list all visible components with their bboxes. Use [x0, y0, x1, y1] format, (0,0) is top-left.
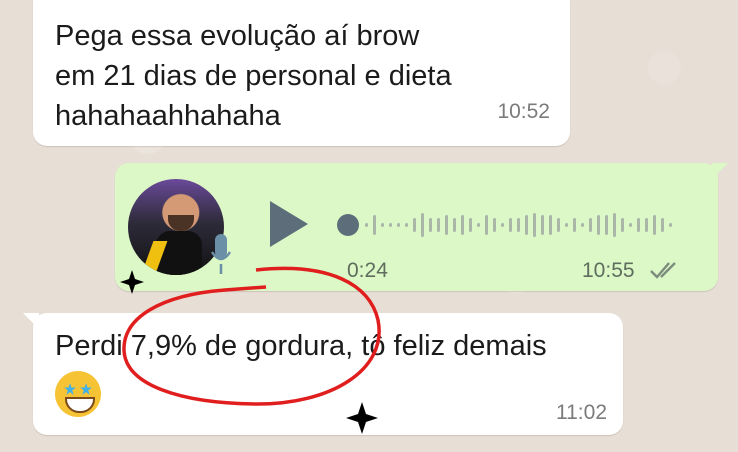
- waveform-bar: [597, 215, 600, 235]
- waveform-bar: [453, 218, 456, 232]
- message-bubble-incoming-2[interactable]: Perdi 7,9% de gordura, tô feliz demais 1…: [23, 313, 623, 435]
- waveform-bar: [525, 215, 528, 235]
- double-check-icon: [650, 262, 676, 279]
- waveform-bar: [533, 213, 536, 237]
- waveform-bar: [413, 218, 416, 232]
- waveform-bar: [365, 223, 368, 227]
- play-icon[interactable]: [270, 201, 308, 247]
- microphone-icon: [210, 234, 232, 274]
- waveform-bar: [461, 215, 464, 235]
- waveform-bar: [581, 223, 584, 227]
- waveform-bar: [381, 223, 384, 227]
- waveform-bar: [509, 218, 512, 232]
- waveform-bar: [557, 218, 560, 232]
- waveform-bar: [613, 213, 616, 237]
- star-eye-left: [64, 383, 76, 395]
- bubble-tail: [23, 313, 39, 329]
- star-eye-right: [80, 383, 92, 395]
- waveform-bar: [669, 223, 672, 227]
- avatar-beard: [168, 215, 194, 231]
- message-bubble-incoming-1[interactable]: Pega essa evolução aí brow em 21 dias de…: [33, 0, 570, 146]
- waveform-bar: [397, 223, 400, 227]
- audio-waveform[interactable]: [365, 210, 672, 240]
- waveform-bar: [405, 223, 408, 227]
- star-struck-emoji-icon: [55, 371, 101, 417]
- emoji-mouth: [65, 397, 95, 413]
- voice-message-bubble[interactable]: 0:24 10:55: [115, 163, 728, 291]
- waveform-bar: [429, 218, 432, 232]
- message-line-3: hahahaahhahaha: [55, 100, 281, 132]
- waveform-bar: [477, 223, 480, 227]
- waveform-bar: [621, 218, 624, 232]
- message-line-2: em 21 dias de personal e dieta: [55, 60, 452, 92]
- waveform-bar: [661, 218, 664, 232]
- waveform-bar: [605, 215, 608, 235]
- waveform-bar: [445, 215, 448, 235]
- message-line-1: Pega essa evolução aí brow: [55, 20, 420, 52]
- message-text: Perdi 7,9% de gordura, tô feliz demais: [55, 330, 547, 362]
- message-timestamp: 10:52: [497, 100, 550, 123]
- waveform-bar: [629, 223, 632, 227]
- waveform-bar: [501, 223, 504, 227]
- audio-scrubber-handle[interactable]: [337, 214, 359, 236]
- waveform-bar: [573, 218, 576, 232]
- waveform-bar: [421, 213, 424, 237]
- waveform-bar: [653, 215, 656, 235]
- waveform-bar: [493, 218, 496, 232]
- message-timestamp: 11:02: [556, 401, 607, 424]
- waveform-bar: [645, 218, 648, 232]
- waveform-bar: [517, 218, 520, 232]
- waveform-bar: [589, 218, 592, 232]
- waveform-bar: [565, 223, 568, 227]
- bubble-tail: [712, 163, 728, 179]
- waveform-bar: [389, 223, 392, 227]
- waveform-bar: [637, 218, 640, 232]
- waveform-bar: [541, 215, 544, 235]
- waveform-bar: [485, 215, 488, 235]
- message-text: Pega essa evolução aí brow em 21 dias de…: [55, 16, 452, 136]
- voice-duration: 0:24: [347, 259, 388, 282]
- message-timestamp: 10:55: [582, 259, 635, 282]
- waveform-bar: [469, 218, 472, 232]
- waveform-bar: [549, 215, 552, 235]
- waveform-bar: [437, 218, 440, 232]
- waveform-bar: [373, 215, 376, 235]
